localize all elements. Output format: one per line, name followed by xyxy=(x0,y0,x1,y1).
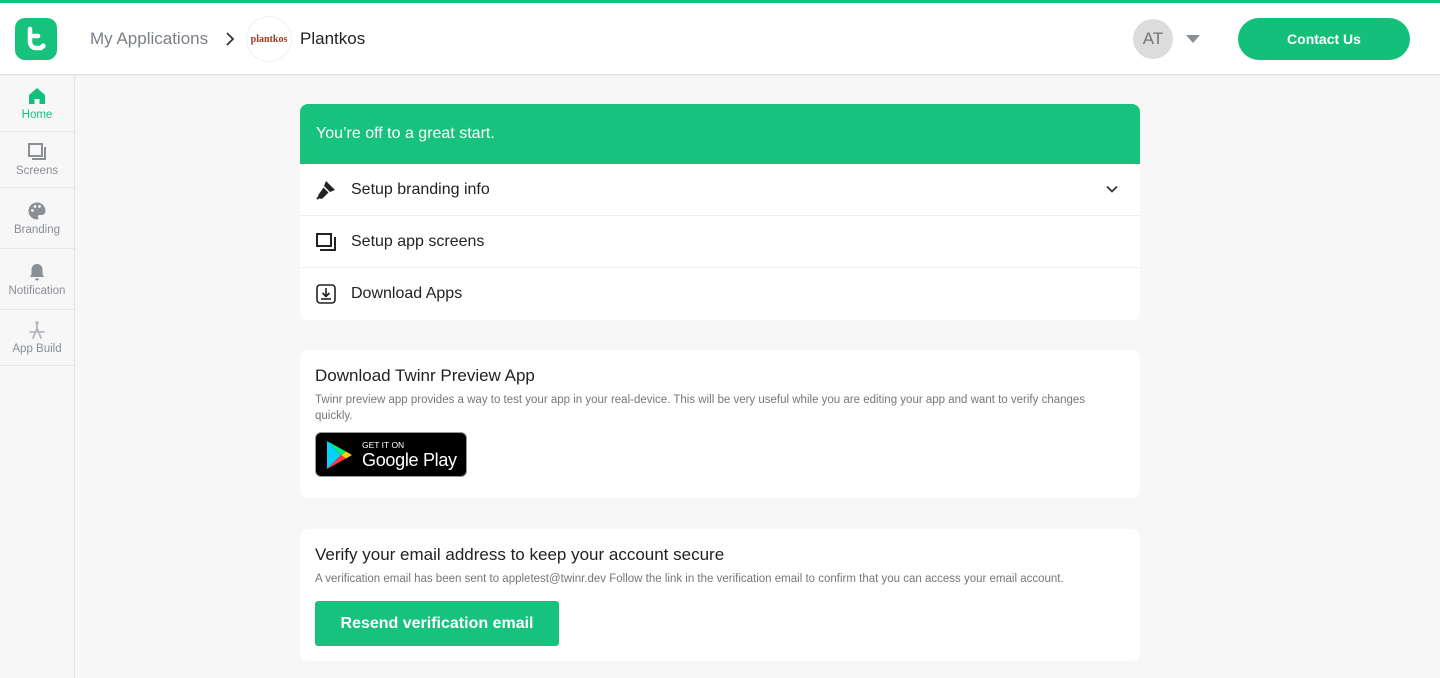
twinr-logo-icon xyxy=(27,26,46,51)
sidebar-item-label: Branding xyxy=(13,223,61,236)
setup-banner: You’re off to a great start. xyxy=(300,104,1140,164)
sidebar-item-label: Home xyxy=(21,109,53,121)
verify-title: Verify your email address to keep your a… xyxy=(315,545,725,564)
user-avatar[interactable]: AT xyxy=(1133,19,1173,59)
step-download-apps[interactable]: Download Apps xyxy=(300,268,1140,320)
resend-verification-button[interactable]: Resend verification email xyxy=(315,601,559,646)
home-icon xyxy=(29,88,45,104)
preview-description: Twinr preview app provides a way to test… xyxy=(315,394,1086,422)
sidebar-item-home[interactable]: Home xyxy=(0,76,74,132)
download-icon xyxy=(316,284,336,304)
caret-down-icon[interactable] xyxy=(1184,33,1202,45)
screens-icon xyxy=(28,143,46,160)
palette-icon xyxy=(28,202,46,219)
preview-title: Download Twinr Preview App xyxy=(315,366,535,385)
sidebar-item-notification[interactable]: Notification xyxy=(0,249,74,310)
step-label: Download Apps xyxy=(351,285,463,302)
chevron-right-icon xyxy=(226,32,235,46)
badge-small-text: GET IT ON xyxy=(362,439,405,450)
sidebar-item-label: App Build xyxy=(12,343,62,355)
verify-email-card: Verify your email address to keep your a… xyxy=(300,529,1140,661)
breadcrumb-app-name[interactable]: Plantkos xyxy=(300,29,365,49)
contact-us-button[interactable]: Contact Us xyxy=(1238,18,1410,60)
sidebar-item-label: Screens xyxy=(15,165,59,177)
google-play-badge[interactable]: GET IT ON Google Play xyxy=(315,432,467,477)
chevron-down-icon[interactable] xyxy=(1105,182,1119,196)
sidebar-item-label: Notification xyxy=(8,284,66,297)
app-logo-text: plantkos xyxy=(250,33,288,45)
step-label: Setup app screens xyxy=(351,232,485,250)
step-label: Setup branding info xyxy=(351,180,490,198)
bell-icon xyxy=(30,263,44,280)
screens-icon xyxy=(316,232,336,251)
verify-description: A verification email has been sent to ap… xyxy=(315,573,1064,585)
sidebar-item-app-build[interactable]: App Build xyxy=(0,310,74,366)
sidebar-item-screens[interactable]: Screens xyxy=(0,132,74,188)
branding-icon xyxy=(316,180,335,200)
step-setup-branding[interactable]: Setup branding info xyxy=(300,164,1140,216)
twinr-logo[interactable] xyxy=(15,18,57,60)
top-header: My Applications plantkos Plantkos AT Con… xyxy=(0,3,1440,75)
app-build-icon xyxy=(29,321,45,339)
main-content: You’re off to a great start. Setup brand… xyxy=(300,104,1140,661)
app-logo[interactable]: plantkos xyxy=(246,16,292,62)
preview-app-card: Download Twinr Preview App Twinr preview… xyxy=(300,350,1140,498)
sidebar-item-branding[interactable]: Branding xyxy=(0,188,74,249)
step-setup-screens[interactable]: Setup app screens xyxy=(300,216,1140,268)
setup-card: You’re off to a great start. Setup brand… xyxy=(300,104,1140,320)
badge-big-text: Google Play xyxy=(362,449,457,470)
sidebar: Home Screens Branding Notification App B… xyxy=(0,76,75,678)
breadcrumb-my-applications[interactable]: My Applications xyxy=(90,29,208,49)
google-play-icon xyxy=(327,440,352,469)
